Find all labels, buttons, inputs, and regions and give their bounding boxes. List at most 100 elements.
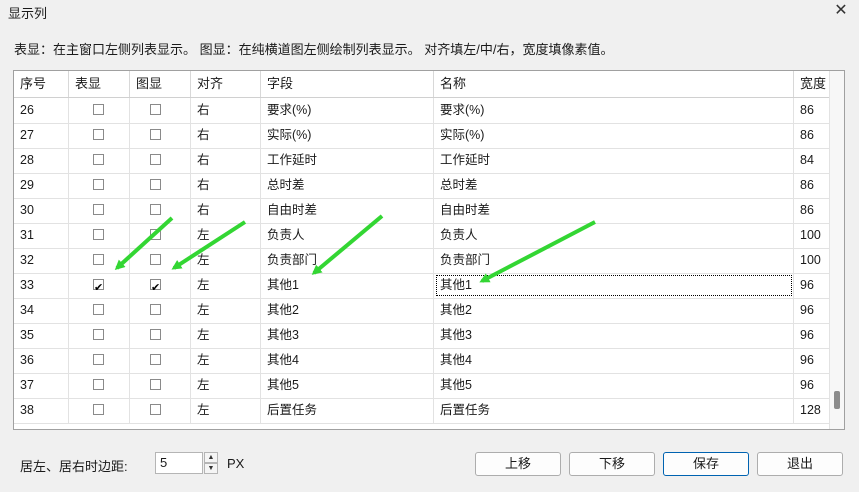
move-up-button[interactable]: 上移 [475,452,561,476]
name-cell[interactable]: 自由时差 [434,198,794,223]
chart-show-checkbox-cell[interactable] [130,348,191,373]
field-cell[interactable]: 要求(%) [261,98,434,123]
width-cell[interactable]: 96 [794,348,830,373]
width-cell[interactable]: 84 [794,148,830,173]
chart-show-checkbox[interactable] [150,229,161,240]
margin-spinner[interactable]: ▲ ▼ [204,452,218,474]
chart-show-checkbox-cell[interactable] [130,173,191,198]
chart-show-checkbox[interactable] [150,329,161,340]
chart-show-checkbox[interactable] [150,254,161,265]
chart-show-checkbox-cell[interactable] [130,298,191,323]
table-row[interactable]: 32 左负责部门 负责部门 100 [14,248,830,274]
margin-input[interactable]: 5 [155,452,203,474]
chart-show-checkbox[interactable] [150,379,161,390]
field-cell[interactable]: 负责部门 [261,248,434,273]
chart-show-checkbox-cell[interactable] [130,273,191,298]
width-cell[interactable]: 86 [794,198,830,223]
header-table-show[interactable]: 表显 [69,71,130,97]
align-cell[interactable]: 右 [191,98,261,123]
table-show-checkbox[interactable] [93,276,104,298]
spin-up-icon[interactable]: ▲ [204,452,218,463]
table-show-checkbox[interactable] [93,379,104,390]
table-show-checkbox[interactable] [93,304,104,315]
table-show-checkbox-cell[interactable] [69,173,130,198]
table-show-checkbox-cell[interactable] [69,373,130,398]
name-cell[interactable]: 后置任务 [434,398,794,423]
align-cell[interactable]: 右 [191,198,261,223]
width-cell[interactable]: 86 [794,98,830,123]
name-cell[interactable]: 总时差 [434,173,794,198]
chart-show-checkbox[interactable] [150,154,161,165]
name-cell[interactable]: 负责人 [434,223,794,248]
save-button[interactable]: 保存 [663,452,749,476]
table-show-checkbox[interactable] [93,354,104,365]
table-row[interactable]: 36 左其他4 其他4 96 [14,348,830,374]
table-show-checkbox-cell[interactable] [69,248,130,273]
field-cell[interactable]: 总时差 [261,173,434,198]
header-width[interactable]: 宽度 [794,71,830,97]
width-cell[interactable]: 128 [794,398,830,423]
chart-show-checkbox-cell[interactable] [130,323,191,348]
field-cell[interactable]: 工作延时 [261,148,434,173]
chart-show-checkbox-cell[interactable] [130,373,191,398]
table-show-checkbox-cell[interactable] [69,198,130,223]
table-row[interactable]: 31 左负责人 负责人 100 [14,223,830,249]
align-cell[interactable]: 左 [191,298,261,323]
table-row[interactable]: 35 左其他3 其他3 96 [14,323,830,349]
chart-show-checkbox[interactable] [150,304,161,315]
field-cell[interactable]: 实际(%) [261,123,434,148]
vertical-scrollbar[interactable] [829,71,844,429]
move-down-button[interactable]: 下移 [569,452,655,476]
header-no[interactable]: 序号 [14,71,69,97]
name-cell[interactable]: 要求(%) [434,98,794,123]
field-cell[interactable]: 后置任务 [261,398,434,423]
field-cell[interactable]: 其他4 [261,348,434,373]
align-cell[interactable]: 右 [191,123,261,148]
table-show-checkbox[interactable] [93,179,104,190]
width-cell[interactable]: 100 [794,223,830,248]
table-row[interactable]: 33左其他1其他196 [14,273,830,299]
align-cell[interactable]: 左 [191,398,261,423]
table-show-checkbox-cell[interactable] [69,298,130,323]
header-field[interactable]: 字段 [261,71,434,97]
chart-show-checkbox-cell[interactable] [130,123,191,148]
header-chart-show[interactable]: 图显 [130,71,191,97]
table-show-checkbox-cell[interactable] [69,148,130,173]
table-show-checkbox-cell[interactable] [69,123,130,148]
chart-show-checkbox[interactable] [150,179,161,190]
align-cell[interactable]: 左 [191,373,261,398]
table-row[interactable]: 34 左其他2 其他2 96 [14,298,830,324]
close-icon[interactable]: ✕ [829,0,853,22]
align-cell[interactable]: 左 [191,323,261,348]
width-cell[interactable]: 96 [794,373,830,398]
name-cell[interactable]: 负责部门 [434,248,794,273]
field-cell[interactable]: 其他5 [261,373,434,398]
chart-show-checkbox-cell[interactable] [130,198,191,223]
table-show-checkbox-cell[interactable] [69,398,130,423]
field-cell[interactable]: 负责人 [261,223,434,248]
name-cell[interactable]: 其他5 [434,373,794,398]
name-cell[interactable]: 其他2 [434,298,794,323]
chart-show-checkbox-cell[interactable] [130,398,191,423]
table-row[interactable]: 38 左后置任务 后置任务 128 [14,398,830,424]
chart-show-checkbox[interactable] [150,354,161,365]
name-cell[interactable]: 其他1 [434,273,794,298]
field-cell[interactable]: 其他2 [261,298,434,323]
table-row[interactable]: 26 右要求(%) 要求(%) 86 [14,98,830,124]
name-cell[interactable]: 其他3 [434,323,794,348]
header-align[interactable]: 对齐 [191,71,261,97]
table-show-checkbox[interactable] [93,104,104,115]
name-cell[interactable]: 工作延时 [434,148,794,173]
align-cell[interactable]: 右 [191,173,261,198]
align-cell[interactable]: 右 [191,148,261,173]
width-cell[interactable]: 96 [794,323,830,348]
width-cell[interactable]: 86 [794,173,830,198]
name-cell[interactable]: 实际(%) [434,123,794,148]
table-row[interactable]: 28 右工作延时 工作延时 84 [14,148,830,174]
table-row[interactable]: 37 左其他5 其他5 96 [14,373,830,399]
table-show-checkbox[interactable] [93,204,104,215]
table-show-checkbox-cell[interactable] [69,273,130,298]
table-show-checkbox[interactable] [93,154,104,165]
table-show-checkbox-cell[interactable] [69,98,130,123]
width-cell[interactable]: 96 [794,298,830,323]
